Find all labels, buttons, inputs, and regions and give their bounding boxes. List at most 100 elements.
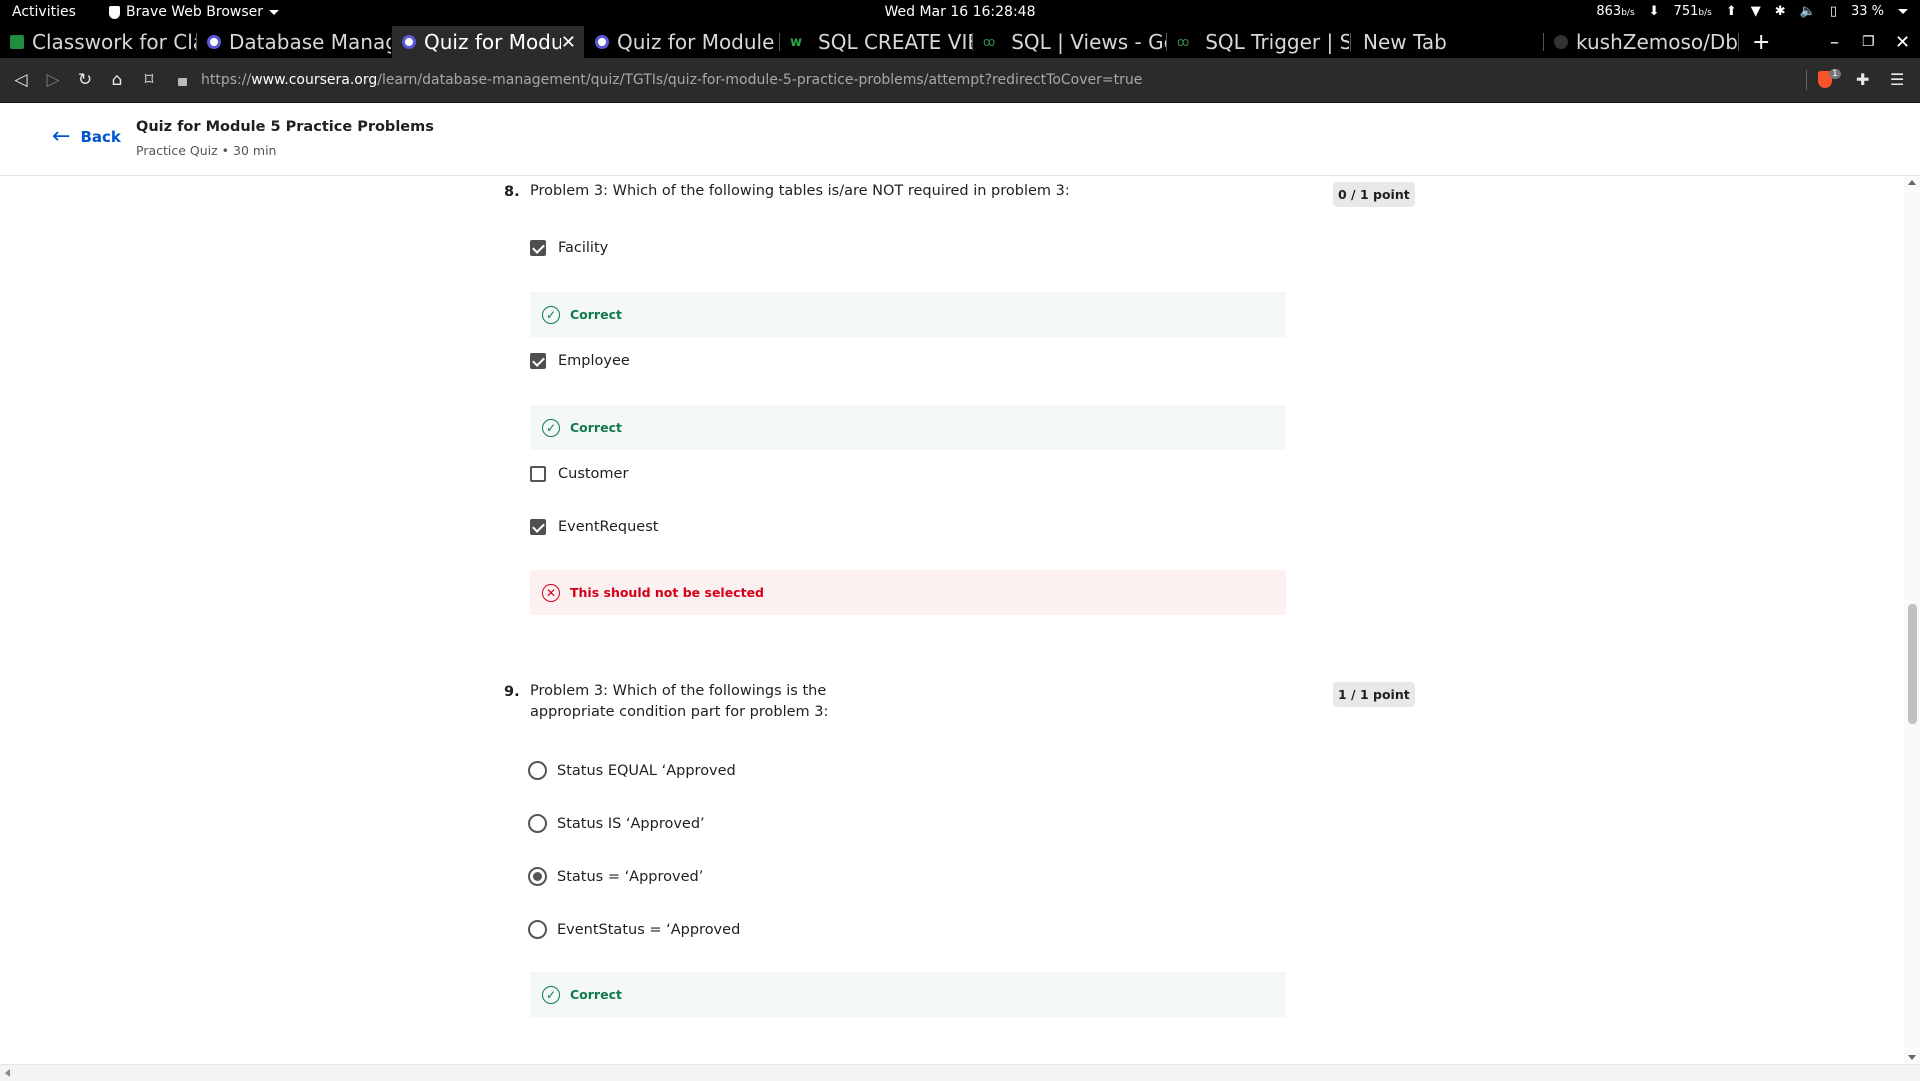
menu-icon[interactable]: ☰ bbox=[1890, 70, 1904, 89]
system-top-bar: Activities Brave Web Browser Wed Mar 16 … bbox=[0, 0, 1920, 26]
points-badge: 1 / 1 point bbox=[1333, 682, 1415, 707]
extensions-icon[interactable]: ✚ bbox=[1856, 70, 1869, 89]
checkbox-checked[interactable] bbox=[530, 353, 546, 369]
close-window-button[interactable]: ✕ bbox=[1895, 26, 1910, 58]
vertical-scrollbar[interactable] bbox=[1904, 176, 1920, 1064]
quiz-title: Quiz for Module 5 Practice Problems bbox=[136, 119, 434, 135]
option-customer[interactable]: Customer bbox=[530, 466, 628, 482]
forward-nav-button[interactable]: ▷ bbox=[42, 69, 64, 91]
option-status-is[interactable]: Status IS ‘Approved’ bbox=[528, 814, 705, 833]
feedback-label: Correct bbox=[570, 987, 622, 1002]
option-label: Status = ‘Approved’ bbox=[557, 868, 704, 885]
tab-quiz-module[interactable]: Quiz for Module bbox=[585, 26, 779, 58]
tab-title: kushZemoso/Dbr bbox=[1576, 30, 1738, 54]
coursera-icon bbox=[595, 35, 609, 49]
w3schools-icon: w bbox=[790, 34, 803, 50]
tab-title: Classwork for Cla bbox=[32, 30, 196, 54]
option-status-equals[interactable]: Status = ‘Approved’ bbox=[528, 867, 703, 886]
radio-unselected[interactable] bbox=[528, 761, 547, 780]
option-label: EventStatus = ‘Approved bbox=[557, 921, 741, 938]
option-label: Employee bbox=[558, 353, 630, 369]
radio-selected[interactable] bbox=[528, 867, 547, 886]
scroll-down-icon[interactable] bbox=[1908, 1055, 1916, 1060]
scroll-left-icon[interactable] bbox=[5, 1069, 10, 1077]
tab-github[interactable]: kushZemoso/Dbr bbox=[1544, 26, 1738, 58]
feedback-correct: ✓ Correct bbox=[530, 972, 1286, 1017]
geeksforgeeks-icon: ꝏ bbox=[983, 35, 996, 49]
activities-button[interactable]: Activities bbox=[12, 4, 76, 20]
system-tray[interactable]: 863b/s ⬇ 751b/s ⬆ ▼ ✱ 🔈 ▯ 33 % bbox=[1596, 4, 1908, 19]
x-circle-icon: ✕ bbox=[542, 583, 560, 602]
feedback-label: This should not be selected bbox=[570, 585, 764, 600]
option-employee[interactable]: Employee bbox=[530, 353, 630, 369]
battery-icon: ▯ bbox=[1829, 4, 1837, 19]
radio-unselected[interactable] bbox=[528, 920, 547, 939]
tab-classwork[interactable]: Classwork for Cla bbox=[0, 26, 196, 58]
tab-sql-create-view[interactable]: w SQL CREATE VIEW bbox=[780, 26, 972, 58]
new-tab-button[interactable]: + bbox=[1752, 26, 1770, 58]
back-label: Back bbox=[80, 128, 121, 146]
geeksforgeeks-icon: ꝏ bbox=[1177, 35, 1190, 49]
checkbox-checked[interactable] bbox=[530, 519, 546, 535]
brave-icon bbox=[109, 5, 120, 19]
tab-title: Quiz for Modu bbox=[424, 30, 561, 54]
tab-title: SQL | Views - Gee bbox=[1011, 30, 1166, 54]
url-bar[interactable]: https://www.coursera.org/learn/database-… bbox=[178, 67, 1798, 93]
tab-quiz-active[interactable]: Quiz for Modu ✕ bbox=[392, 26, 584, 58]
question-text-line: appropriate condition part for problem 3… bbox=[530, 704, 829, 720]
question-number: 9. bbox=[504, 684, 520, 700]
scroll-up-icon[interactable] bbox=[1908, 180, 1916, 185]
download-arrow-icon: ⬇ bbox=[1648, 4, 1660, 19]
tab-new-tab[interactable]: New Tab bbox=[1351, 26, 1543, 58]
points-badge: 0 / 1 point bbox=[1333, 182, 1415, 207]
feedback-correct: ✓ Correct bbox=[530, 292, 1286, 337]
question-text-line: Problem 3: Which of the followings is th… bbox=[530, 683, 827, 699]
github-icon bbox=[1554, 35, 1568, 49]
horizontal-scrollbar[interactable] bbox=[0, 1064, 1920, 1081]
coursera-icon bbox=[402, 35, 416, 49]
lock-icon bbox=[178, 78, 187, 86]
check-circle-icon: ✓ bbox=[542, 985, 560, 1004]
chevron-down-icon bbox=[1898, 9, 1908, 14]
close-tab-icon[interactable]: ✕ bbox=[561, 32, 576, 53]
url-host: www.coursera.org bbox=[251, 72, 378, 88]
wifi-icon: ▼ bbox=[1750, 4, 1761, 19]
tab-title: SQL Trigger | Stu bbox=[1205, 30, 1349, 54]
option-label: Facility bbox=[558, 240, 609, 256]
checkbox-unchecked[interactable] bbox=[530, 466, 546, 482]
back-nav-button[interactable]: ◁ bbox=[10, 69, 32, 91]
checkbox-checked[interactable] bbox=[530, 240, 546, 256]
restore-button[interactable]: ❐ bbox=[1862, 26, 1875, 58]
upload-arrow-icon: ⬆ bbox=[1725, 4, 1737, 19]
question-number: 8. bbox=[504, 184, 520, 200]
option-label: EventRequest bbox=[558, 519, 659, 535]
net-down-speed: 863b/s bbox=[1596, 4, 1635, 19]
classroom-icon bbox=[10, 35, 24, 49]
bluetooth-icon: ✱ bbox=[1774, 4, 1786, 19]
feedback-incorrect: ✕ This should not be selected bbox=[530, 570, 1286, 615]
tab-sql-trigger[interactable]: ꝏ SQL Trigger | Stu bbox=[1167, 26, 1349, 58]
back-link[interactable]: ← Back bbox=[52, 126, 121, 148]
app-menu[interactable]: Brave Web Browser bbox=[109, 4, 279, 20]
feedback-correct: ✓ Correct bbox=[530, 405, 1286, 450]
tab-sql-views[interactable]: ꝏ SQL | Views - Gee bbox=[973, 26, 1166, 58]
option-label: Customer bbox=[558, 466, 629, 482]
chevron-down-icon bbox=[269, 9, 279, 15]
reload-button[interactable]: ↻ bbox=[74, 69, 96, 91]
tab-database-management[interactable]: Database Manage bbox=[197, 26, 391, 58]
option-status-equal[interactable]: Status EQUAL ‘Approved bbox=[528, 761, 736, 780]
net-up-speed: 751b/s bbox=[1673, 4, 1712, 19]
option-eventrequest[interactable]: EventRequest bbox=[530, 519, 658, 535]
option-eventstatus[interactable]: EventStatus = ‘Approved bbox=[528, 920, 740, 939]
minimize-button[interactable]: – bbox=[1830, 26, 1839, 58]
feedback-label: Correct bbox=[570, 420, 622, 435]
url-prefix: https:// bbox=[201, 72, 252, 88]
option-label: Status EQUAL ‘Approved bbox=[557, 762, 736, 779]
clock[interactable]: Wed Mar 16 16:28:48 bbox=[885, 4, 1036, 20]
bookmark-icon[interactable]: ⌑ bbox=[138, 69, 160, 91]
scroll-thumb[interactable] bbox=[1908, 604, 1917, 724]
option-facility[interactable]: Facility bbox=[530, 240, 608, 256]
tab-title: New Tab bbox=[1363, 30, 1447, 54]
home-button[interactable]: ⌂ bbox=[106, 69, 128, 91]
radio-unselected[interactable] bbox=[528, 814, 547, 833]
